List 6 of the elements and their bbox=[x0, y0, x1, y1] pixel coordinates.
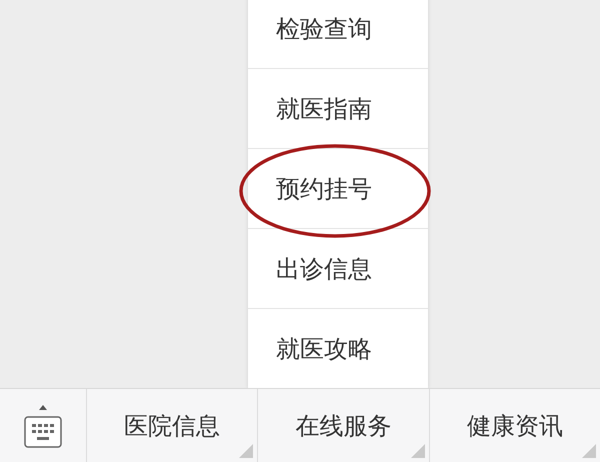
keyboard-icon bbox=[22, 402, 64, 448]
menu-item[interactable]: 预约挂号 bbox=[248, 149, 428, 229]
menu-item[interactable]: 就医攻略 bbox=[248, 309, 428, 389]
menu-item[interactable]: 出诊信息 bbox=[248, 229, 428, 309]
menu-item[interactable]: 就医指南 bbox=[248, 69, 428, 149]
menu-item[interactable]: 检验查询 bbox=[248, 0, 428, 69]
